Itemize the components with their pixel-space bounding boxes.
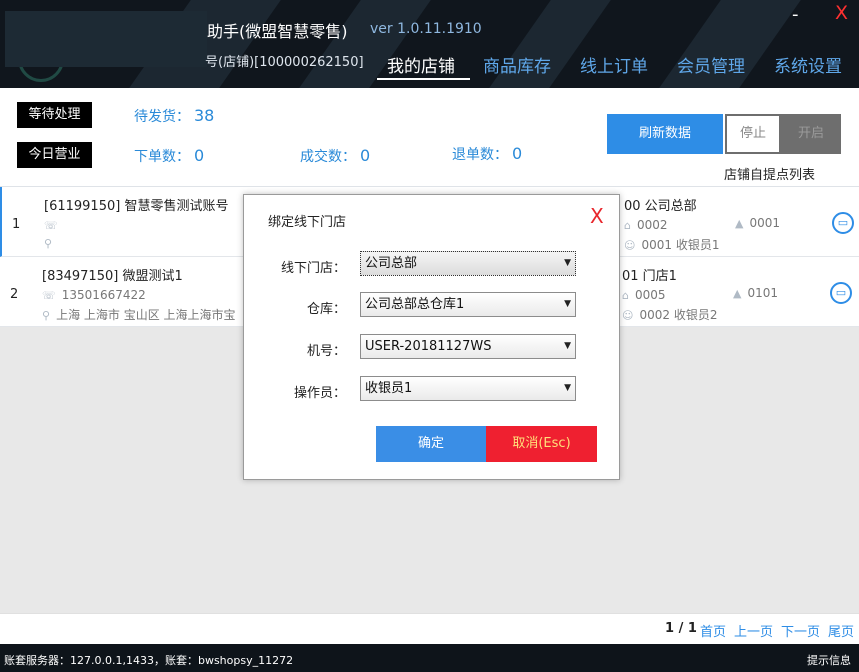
warehouse-select-value: 公司总部总仓库1 [365, 297, 465, 312]
machine-icon: ▲ [733, 287, 742, 300]
toggle-start[interactable]: 开启 [783, 116, 839, 152]
bound-store: 00 公司总部 [624, 199, 697, 214]
edit-binding-icon[interactable]: ▭ [830, 282, 852, 304]
nav-members[interactable]: 会员管理 [677, 52, 745, 77]
to-ship-stat[interactable]: 待发货： 38 [134, 106, 214, 126]
store-name: [83497150] 微盟测试1 [42, 269, 183, 284]
hint-info[interactable]: 提示信息 [807, 652, 851, 668]
bound-warehouse: ⌂ 0005 [622, 288, 666, 302]
bound-cashier: ☺ 0002 收银员2 [622, 308, 718, 322]
machine-select[interactable]: USER-20181127WS ▼ [360, 334, 576, 359]
account-info: 号(店铺)[100000262150] [205, 55, 364, 70]
last-page-link[interactable]: 尾页 [828, 621, 854, 640]
warehouse-label: 仓库： [306, 302, 346, 317]
to-ship-value: 38 [194, 106, 215, 125]
pickup-list-label: 店铺自提点列表 [724, 168, 816, 183]
bound-warehouse: ⌂ 0002 [624, 218, 668, 232]
refunds-label: 退单数： [452, 147, 508, 163]
edit-binding-icon[interactable]: ▭ [832, 212, 854, 234]
row-index: 1 [12, 217, 21, 232]
store-phone: ☏ [44, 218, 64, 232]
refresh-data-button[interactable]: 刷新数据 [607, 114, 723, 154]
phone-icon: ☏ [42, 289, 56, 302]
orders-label: 下单数： [134, 149, 190, 165]
to-ship-label: 待发货： [134, 109, 190, 125]
machine-label: 机号： [306, 344, 346, 359]
today-tag: 今日营业 [17, 142, 92, 168]
deals-value: 0 [360, 146, 371, 165]
refunds-value: 0 [512, 144, 523, 163]
operator-label: 操作员： [293, 386, 346, 401]
service-toggle[interactable]: 停止 开启 [725, 114, 841, 154]
machine-no: ▲ 0101 [733, 286, 779, 300]
prev-page-link[interactable]: 上一页 [734, 621, 773, 640]
operator-select[interactable]: 收银员1 ▼ [360, 376, 576, 401]
store-label: 线下门店： [280, 261, 346, 276]
location-icon: ⚲ [42, 309, 51, 322]
machine-select-value: USER-20181127WS [365, 339, 492, 354]
orders-stat: 下单数： 0 [134, 146, 204, 166]
logo-area [5, 11, 207, 67]
app-version: ver 1.0.11.1910 [370, 21, 482, 37]
store-address: ⚲ [44, 236, 58, 250]
bind-store-dialog: 绑定线下门店 X 线下门店： 公司总部 ▼ 仓库： 公司总部总仓库1 ▼ 机号：… [243, 194, 620, 480]
bound-store: 01 门店1 [622, 269, 677, 284]
store-select[interactable]: 公司总部 ▼ [360, 251, 576, 276]
nav-inventory[interactable]: 商品库存 [483, 52, 551, 77]
confirm-button[interactable]: 确定 [376, 426, 486, 462]
deals-label: 成交数： [300, 149, 356, 165]
store-select-value: 公司总部 [365, 256, 418, 271]
location-icon: ⚲ [44, 237, 53, 250]
operator-select-value: 收银员1 [365, 381, 413, 396]
phone-icon: ☏ [44, 219, 58, 232]
refunds-stat: 退单数： 0 [452, 144, 522, 164]
first-page-link[interactable]: 首页 [700, 621, 726, 640]
app-title: 助手(微盟智慧零售) [207, 22, 348, 41]
title-bar: 助手(微盟智慧零售) ver 1.0.11.1910 号(店铺)[1000002… [0, 0, 859, 88]
user-icon: ☺ [624, 239, 636, 252]
store-name: [61199150] 智慧零售测试账号 [44, 199, 229, 214]
pending-tag: 等待处理 [17, 102, 92, 128]
nav-active-indicator [377, 78, 470, 80]
nav-online-orders[interactable]: 线上订单 [580, 52, 648, 77]
warehouse-select[interactable]: 公司总部总仓库1 ▼ [360, 292, 576, 317]
next-page-link[interactable]: 下一页 [781, 621, 820, 640]
dialog-close-button[interactable]: X [590, 204, 604, 228]
user-icon: ☺ [622, 309, 634, 322]
orders-value: 0 [194, 146, 205, 165]
machine-no: ▲ 0001 [735, 216, 781, 230]
store-address: ⚲ 上海 上海市 宝山区 上海上海市宝 [42, 308, 236, 322]
toggle-stop[interactable]: 停止 [727, 116, 779, 152]
chevron-down-icon: ▼ [564, 341, 571, 351]
chevron-down-icon: ▼ [564, 258, 571, 268]
nav-my-store[interactable]: 我的店铺 [387, 52, 455, 77]
chevron-down-icon: ▼ [564, 299, 571, 309]
status-bar: 账套服务器：127.0.0.1,1433，账套：bwshopsy_11272 提… [0, 644, 859, 672]
chevron-down-icon: ▼ [564, 383, 571, 393]
warehouse-icon: ⌂ [622, 289, 629, 302]
store-phone: ☏ 13501667422 [42, 288, 146, 302]
warehouse-icon: ⌂ [624, 219, 631, 232]
close-window-button[interactable]: X [835, 2, 848, 24]
cancel-button[interactable]: 取消(Esc) [486, 426, 597, 462]
page-count: 1 / 1 [665, 621, 697, 636]
dialog-title: 绑定线下门店 [268, 215, 347, 230]
machine-icon: ▲ [735, 217, 744, 230]
bound-cashier: ☺ 0001 收银员1 [624, 238, 720, 252]
row-index: 2 [10, 287, 19, 302]
deals-stat: 成交数： 0 [300, 146, 370, 166]
nav-settings[interactable]: 系统设置 [774, 52, 842, 77]
pager: 1 / 1 首页 上一页 下一页 尾页 [0, 613, 859, 644]
minimize-button[interactable]: - [792, 4, 799, 25]
server-info: 账套服务器：127.0.0.1,1433，账套：bwshopsy_11272 [4, 654, 294, 667]
